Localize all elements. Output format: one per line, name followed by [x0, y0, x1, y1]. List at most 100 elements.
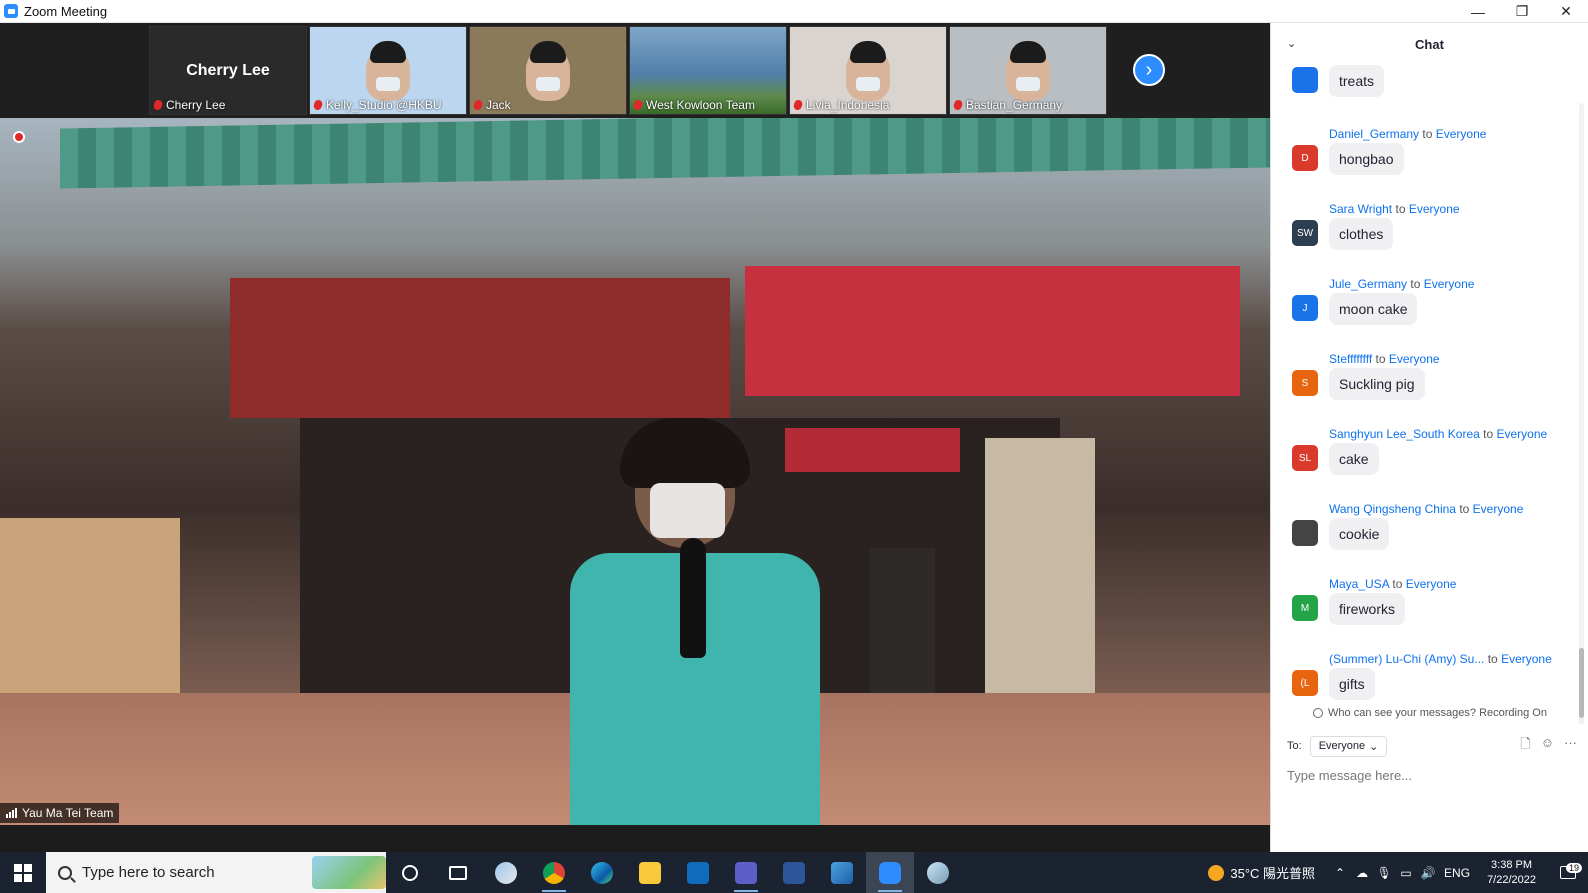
message-sender[interactable]: Sara Wright [1329, 202, 1392, 216]
avatar: S [1292, 370, 1318, 396]
message-recipient[interactable]: Everyone [1501, 652, 1552, 666]
task-view-button[interactable] [434, 852, 482, 893]
taskbar-app-outlook[interactable] [674, 852, 722, 893]
message-visibility-notice[interactable]: Who can see your messages? Recording On [1271, 703, 1588, 723]
chevron-right-icon: › [1145, 58, 1153, 81]
avatar: D [1292, 145, 1318, 171]
message-sender[interactable]: Steffffffff [1329, 352, 1372, 366]
clock-date: 7/22/2022 [1487, 873, 1536, 886]
windows-logo-icon [14, 863, 32, 882]
zoom-icon [879, 861, 901, 884]
search-highlight-image [312, 856, 386, 889]
participant-thumbnail-strip: Cherry Lee Cherry Lee Kelly_Studio @HKBU… [0, 23, 1270, 118]
notification-center-button[interactable]: 19 [1548, 863, 1588, 879]
search-placeholder: Type here to search [82, 864, 215, 881]
recipient-row: To: Everyone ⌄ 🗋 ☺ ··· [1287, 735, 1577, 757]
participant-video [846, 41, 890, 101]
chat-message: (Summer) Lu-Chi (Amy) Su... to Everyone … [1271, 652, 1576, 705]
network-icon[interactable]: ▭ [1395, 866, 1417, 880]
taskbar-app-chrome[interactable] [530, 852, 578, 893]
chrome-icon [543, 861, 565, 884]
teams-icon [735, 861, 757, 884]
taskbar-app-teams[interactable] [722, 852, 770, 893]
message-bubble: gifts [1329, 668, 1375, 700]
taskbar-app-word[interactable] [770, 852, 818, 893]
people-icon [1313, 708, 1324, 718]
message-sender[interactable]: Maya_USA [1329, 577, 1389, 591]
chevron-up-icon[interactable]: ⌃ [1329, 866, 1351, 880]
avatar: (L [1292, 670, 1318, 696]
chat-message: Wang Qingsheng China to Everyone cookie [1271, 502, 1576, 577]
participant-thumbnail-cherry-lee[interactable]: Cherry Lee Cherry Lee [149, 26, 307, 115]
active-speaker-label: Yau Ma Tei Team [0, 803, 120, 823]
message-sender[interactable]: Sanghyun Lee_South Korea [1329, 427, 1480, 441]
cortana-button[interactable] [386, 852, 434, 893]
message-sender[interactable]: (Summer) Lu-Chi (Amy) Su... [1329, 652, 1484, 666]
participant-thumbnail-bastian[interactable]: Bastian_Germany [949, 26, 1107, 115]
microphone-icon[interactable]: 🎙 [1373, 866, 1395, 880]
participant-thumbnail-kelly[interactable]: Kelly_Studio @HKBU [309, 26, 467, 115]
muted-mic-icon [472, 98, 484, 112]
shop-door [985, 438, 1095, 708]
volume-icon[interactable]: 🔊 [1417, 866, 1439, 880]
message-recipient[interactable]: Everyone [1406, 577, 1457, 591]
cortana-icon [402, 864, 418, 881]
taskbar-app-file-explorer[interactable] [626, 852, 674, 893]
participant-label: West Kowloon Team [632, 98, 755, 112]
minimize-button[interactable]: — [1456, 0, 1500, 23]
message-recipient[interactable]: Everyone [1389, 352, 1440, 366]
participant-thumbnail-jack[interactable]: Jack [469, 26, 627, 115]
weather-widget[interactable]: 35°C 陽光普照 [1208, 863, 1315, 882]
shop-sign-left [230, 278, 730, 418]
chat-message: Jule_Germany to Everyone J moon cake [1271, 277, 1576, 352]
avatar [1292, 67, 1318, 93]
message-recipient[interactable]: Everyone [1473, 502, 1524, 516]
message-sender[interactable]: Jule_Germany [1329, 277, 1407, 291]
clock-time: 3:38 PM [1491, 858, 1533, 871]
more-icon[interactable]: ··· [1564, 735, 1577, 757]
next-participants-button[interactable]: › [1133, 54, 1165, 86]
restore-button[interactable]: ❐ [1500, 0, 1544, 23]
participant-label: Livia_Indonesia [792, 98, 889, 112]
start-button[interactable] [0, 852, 46, 893]
photos-icon [831, 861, 853, 884]
close-button[interactable]: ✕ [1544, 0, 1588, 23]
search-icon [58, 865, 72, 880]
message-recipient[interactable]: Everyone [1497, 427, 1548, 441]
participant-thumbnail-livia[interactable]: Livia_Indonesia [789, 26, 947, 115]
taskbar-app-photos[interactable] [818, 852, 866, 893]
paint-icon [495, 861, 517, 884]
chevron-down-icon[interactable]: ⌄ [1287, 37, 1296, 50]
taskbar-app-edge[interactable] [578, 852, 626, 893]
chevron-down-icon: ⌄ [1369, 740, 1379, 753]
presenter [560, 418, 830, 825]
chat-scrollbar[interactable] [1579, 103, 1584, 725]
taskbar-app-snip[interactable] [914, 852, 962, 893]
recipient-select[interactable]: Everyone ⌄ [1309, 735, 1388, 757]
taskbar-app-paint[interactable] [482, 852, 530, 893]
chat-message-input[interactable] [1287, 763, 1572, 787]
chat-message: Sara Wright to Everyone SW clothes [1271, 202, 1576, 277]
chat-message: Daniel_Germany to Everyone D hongbao [1271, 127, 1576, 202]
clock[interactable]: 3:38 PM 7/22/2022 [1487, 858, 1536, 888]
window-controls: — ❐ ✕ [1456, 0, 1588, 23]
message-recipient[interactable]: Everyone [1424, 277, 1475, 291]
participant-label: Jack [472, 98, 511, 112]
taskbar-app-zoom[interactable] [866, 852, 914, 893]
file-icon[interactable]: 🗋 [1520, 735, 1530, 757]
chat-title: Chat [1415, 36, 1444, 52]
taskbar-search[interactable]: Type here to search [46, 852, 386, 893]
message-sender[interactable]: Wang Qingsheng China [1329, 502, 1456, 516]
onedrive-icon[interactable]: ☁ [1351, 866, 1373, 880]
edge-icon [591, 861, 613, 884]
message-bubble: fireworks [1329, 593, 1406, 625]
emoji-icon[interactable]: ☺ [1541, 735, 1554, 757]
message-sender[interactable]: Daniel_Germany [1329, 127, 1419, 141]
participant-label: Bastian_Germany [952, 98, 1062, 112]
message-recipient[interactable]: Everyone [1409, 202, 1460, 216]
participant-video [526, 41, 570, 101]
participant-thumbnail-west-kowloon[interactable]: West Kowloon Team [629, 26, 787, 115]
chat-message-list[interactable]: treats Daniel_Germany to Everyone D hong… [1271, 65, 1576, 705]
message-recipient[interactable]: Everyone [1436, 127, 1487, 141]
language-indicator[interactable]: ENG [1439, 866, 1475, 880]
